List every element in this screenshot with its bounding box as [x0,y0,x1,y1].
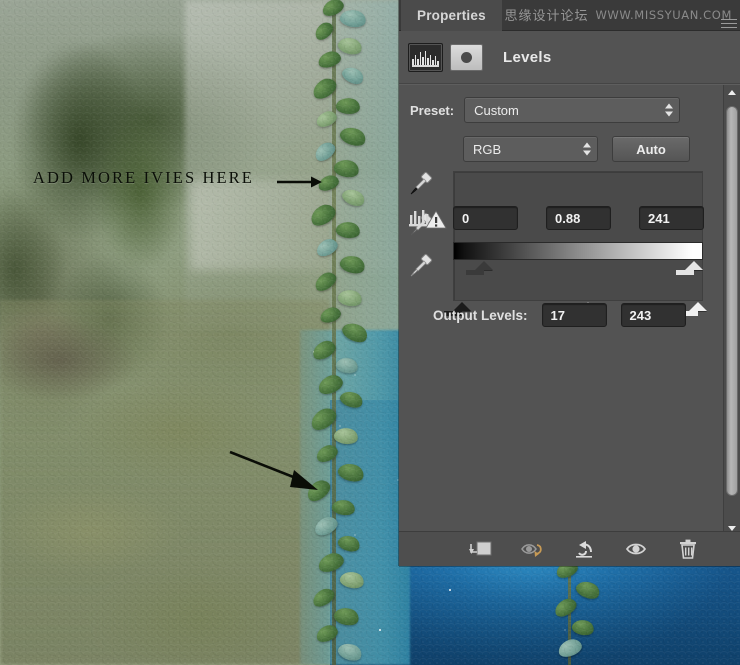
channel-spinner-icon[interactable] [583,142,591,156]
properties-panel[interactable]: Properties 思缘设计论坛 WWW.MISSYUAN.COM Level… [399,0,740,566]
set-white-point-eyedropper-icon[interactable] [408,253,434,279]
input-midtone-field[interactable]: 0.88 [546,206,611,230]
watermark-url-text: WWW.MISSYUAN.COM [595,7,732,22]
input-shadow-field[interactable]: 0 [453,206,518,230]
preset-value: Custom [474,102,519,118]
output-levels-gradient-bar[interactable] [453,242,703,260]
preset-row: Preset: Custom [410,97,681,123]
preset-select[interactable]: Custom [464,97,681,123]
preset-spinner-icon[interactable] [665,103,674,117]
adjustment-header: Levels [408,43,552,72]
output-black-value: 17 [550,307,565,323]
annotation-diagonal-arrow-icon [228,450,323,492]
output-black-slider[interactable] [475,261,493,270]
tab-properties[interactable]: Properties [401,0,502,31]
watermark: 思缘设计论坛 WWW.MISSYUAN.COM [504,5,732,25]
annotation-right-arrow-icon [277,176,322,188]
screenshot-root: ADD MORE IVIES HERE Properties 思缘设计论坛 WW… [0,0,740,665]
panel-menu-icon[interactable] [721,19,737,31]
panel-scrollbar[interactable] [723,85,740,536]
input-shadow-value: 0 [462,210,470,226]
divider-highlight [399,84,740,85]
input-highlight-slider[interactable] [689,302,707,311]
input-highlight-field[interactable]: 241 [639,206,704,230]
output-white-slider[interactable] [685,261,703,270]
auto-button[interactable]: Auto [612,136,690,162]
panel-tab-bar: Properties 思缘设计论坛 WWW.MISSYUAN.COM [399,0,740,31]
output-white-value: 243 [629,307,652,323]
reset-adjustment-button[interactable] [573,538,597,560]
toggle-layer-visibility-button[interactable] [625,538,649,560]
channel-value: RGB [473,141,502,157]
channel-select[interactable]: RGB [463,136,598,162]
output-white-field[interactable]: 243 [620,303,686,327]
histogram-plot[interactable] [453,171,703,301]
panel-body: Levels Preset: Custom RGB Auto 0 0.88 24… [399,31,740,536]
set-black-point-eyedropper-icon[interactable] [408,171,434,197]
panel-menu-area[interactable]: 思缘设计论坛 WWW.MISSYUAN.COM [500,0,740,31]
scrollbar-up-button[interactable] [724,85,740,100]
tab-properties-label: Properties [417,8,486,23]
watermark-chinese-text: 思缘设计论坛 [504,9,589,24]
view-previous-state-button[interactable] [520,538,545,560]
output-levels-row: Output Levels: 17 243 [433,303,686,327]
output-black-field[interactable]: 17 [541,303,607,327]
auto-button-label: Auto [636,141,666,157]
channel-row: RGB Auto [463,136,690,162]
histogram-uncached-warning-icon[interactable] [408,208,448,232]
input-levels-fields: 0 0.88 241 [453,206,704,230]
clip-to-layer-button[interactable] [468,538,493,560]
scrollbar-track[interactable] [724,100,740,521]
layer-mask-icon[interactable] [450,44,483,71]
input-midtone-value: 0.88 [555,210,581,226]
output-levels-sliders[interactable] [453,261,703,277]
panel-footer [399,531,740,566]
levels-histogram-icon[interactable] [408,43,443,72]
delete-adjustment-layer-button[interactable] [677,538,701,560]
adjustment-title: Levels [503,49,552,66]
preset-label: Preset: [410,102,455,118]
scrollbar-thumb[interactable] [726,106,738,496]
input-highlight-value: 241 [648,210,670,226]
annotation-add-more-ivies: ADD MORE IVIES HERE [33,168,254,187]
output-levels-label: Output Levels: [433,307,528,323]
